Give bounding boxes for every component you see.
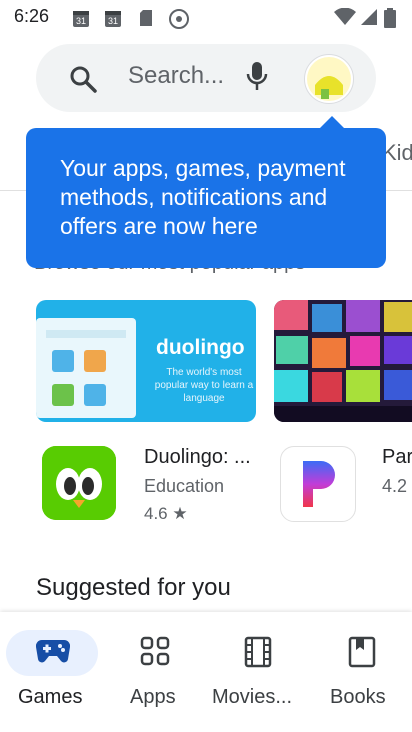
book-icon (348, 636, 376, 673)
nav-games[interactable]: Games (6, 612, 98, 732)
status-time: 6:26 (14, 6, 50, 26)
svg-text:31: 31 (108, 16, 118, 26)
nav-movies-label: Movies... (212, 686, 293, 708)
nav-games-label: Games (18, 686, 83, 708)
nav-movies[interactable]: Movies... (210, 612, 310, 732)
app-name[interactable]: Duolingo: ... (144, 446, 251, 469)
tooltip-text: Your apps, games, payment methods, notif… (60, 155, 346, 239)
calendar-icon-2: 31 (104, 8, 122, 33)
hotspot-icon (168, 8, 190, 35)
banner-title: duolingo (156, 336, 245, 359)
game-banner-art (274, 300, 412, 422)
banner-subtitle: The world's most popular way to learn a … (154, 367, 254, 404)
app-name-2[interactable]: Par (382, 446, 412, 469)
account-avatar[interactable] (304, 54, 354, 104)
tooltip-arrow (318, 116, 346, 130)
film-icon (244, 636, 272, 673)
search-input[interactable]: Search... (128, 62, 224, 90)
status-bar: 6:26 31 31 (0, 0, 412, 36)
nav-apps-label: Apps (130, 686, 176, 708)
nav-books-label: Books (330, 686, 386, 708)
account-tooltip[interactable]: Your apps, games, payment methods, notif… (26, 116, 386, 268)
app-category: Education (144, 476, 225, 496)
duolingo-app-icon[interactable] (42, 446, 116, 520)
game-banner[interactable] (274, 300, 412, 422)
sd-card-icon (138, 8, 154, 33)
microphone-icon[interactable] (246, 60, 268, 99)
duolingo-banner[interactable]: duolingo The world's most popular way to… (36, 300, 256, 422)
battery-icon (384, 8, 396, 33)
wifi-icon (334, 7, 356, 31)
apps-grid-icon (140, 636, 170, 671)
gamepad-icon (35, 636, 71, 671)
app-rating-2: 4.2 (382, 476, 408, 496)
signal-icon (360, 8, 378, 31)
app-rating: 4.6 ★ (144, 504, 188, 523)
pandora-app-icon[interactable] (280, 446, 356, 522)
svg-text:31: 31 (76, 16, 86, 26)
nav-books[interactable]: Books (330, 612, 400, 732)
bottom-navigation: Games Apps Movies... Books (0, 612, 412, 732)
nav-apps[interactable]: Apps (120, 612, 190, 732)
tab-kids-peek[interactable]: Kid (382, 140, 412, 166)
section-title: Suggested for you (36, 574, 231, 601)
search-icon[interactable] (68, 64, 98, 99)
calendar-icon: 31 (72, 8, 90, 33)
